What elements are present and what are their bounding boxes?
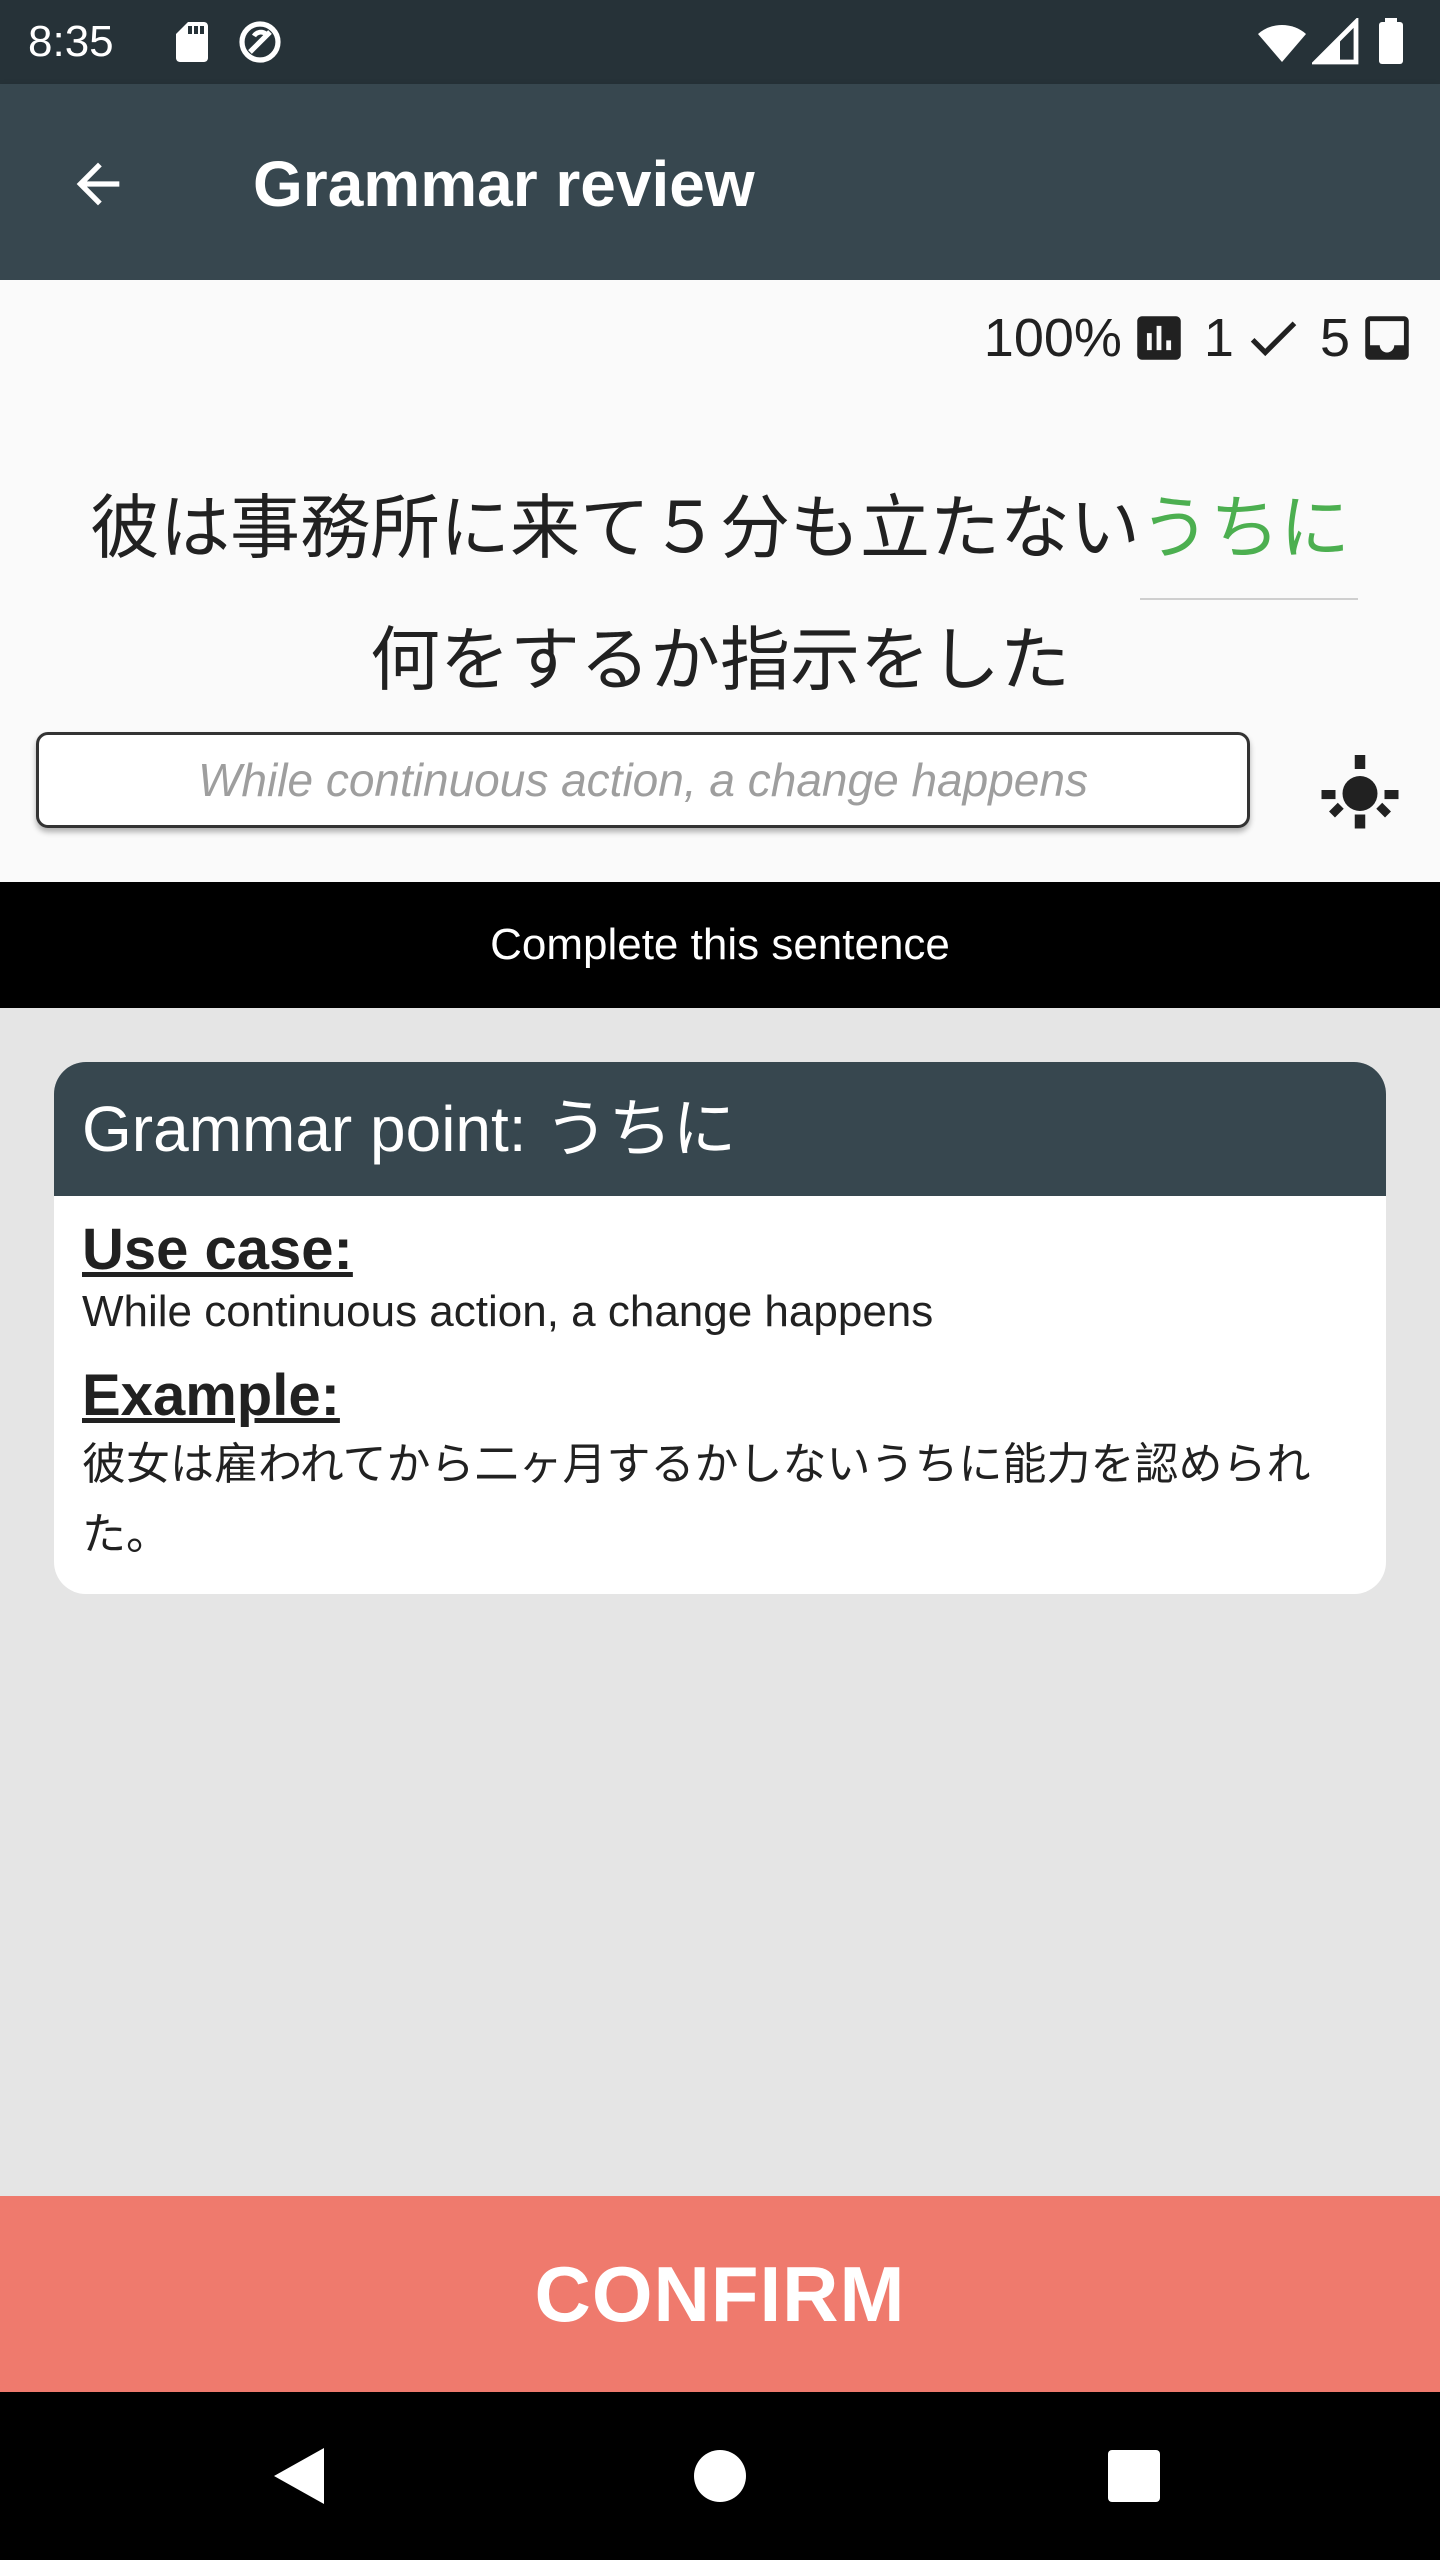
confirm-button[interactable]: CONFIRM — [0, 2196, 1440, 2392]
app-bar: Grammar review — [0, 84, 1440, 280]
grammar-point-body: Use case: While continuous action, a cha… — [54, 1196, 1386, 1570]
sentence-text-part1: 彼は事務所に来て５分も立たない — [90, 487, 1140, 569]
accuracy-value: 100% — [983, 308, 1122, 368]
status-time: 8:35 — [28, 17, 114, 66]
question-sentence-line2: 何をするか指示をした — [370, 619, 1070, 701]
arrow-back-icon — [76, 162, 120, 206]
answer-input[interactable]: While continuous action, a change happen… — [36, 732, 1250, 828]
sync-icon — [236, 18, 284, 66]
battery-icon — [1374, 18, 1422, 66]
use-case-text: While continuous action, a change happen… — [82, 1287, 934, 1336]
status-bar: 8:35 — [0, 0, 1440, 84]
example-text: 彼女は雇われてから二ヶ月するかしないうちに能力を認められた。 — [82, 1439, 1311, 1560]
nav-home-button[interactable] — [670, 2426, 770, 2526]
nav-back-icon — [274, 2448, 324, 2504]
page-title: Grammar review — [253, 148, 755, 220]
example-label: Example: — [82, 1363, 340, 1428]
nav-recents-icon — [1108, 2450, 1160, 2502]
check-icon — [1250, 321, 1297, 357]
signal-icon — [1310, 16, 1360, 66]
instruction-bar: Complete this sentence — [0, 882, 1440, 1008]
wifi-icon — [1256, 18, 1306, 66]
bar-chart-icon — [1137, 316, 1181, 360]
grammar-point-prefix: Grammar point: — [82, 1093, 545, 1165]
nav-home-icon — [694, 2450, 746, 2502]
system-nav-bar — [0, 2392, 1440, 2560]
grammar-point-header: Grammar point: うちに — [54, 1062, 1386, 1196]
nav-recents-button[interactable] — [1084, 2426, 1184, 2526]
nav-back-button[interactable] — [250, 2426, 350, 2526]
review-stats: 100% 1 5 — [984, 306, 1416, 370]
remaining-count: 5 — [1319, 308, 1350, 368]
question-section: 100% 1 5 彼は事務所に来て５分も立たないうちに 何をするか指示をした W… — [0, 280, 1440, 882]
lightbulb-icon — [1321, 755, 1399, 829]
sd-card-icon — [168, 18, 216, 66]
inbox-icon — [1365, 316, 1409, 360]
back-button[interactable] — [48, 136, 148, 232]
grammar-point-name: うちに — [544, 1093, 737, 1167]
hint-button[interactable] — [1310, 740, 1410, 840]
use-case-label: Use case: — [82, 1217, 353, 1282]
question-sentence-line1: 彼は事務所に来て５分も立たないうちに — [40, 448, 1400, 608]
answer-highlight: うちに — [1140, 448, 1358, 608]
correct-count: 1 — [1203, 308, 1234, 368]
grammar-point-card: Grammar point: うちに Use case: While conti… — [54, 1062, 1386, 1594]
